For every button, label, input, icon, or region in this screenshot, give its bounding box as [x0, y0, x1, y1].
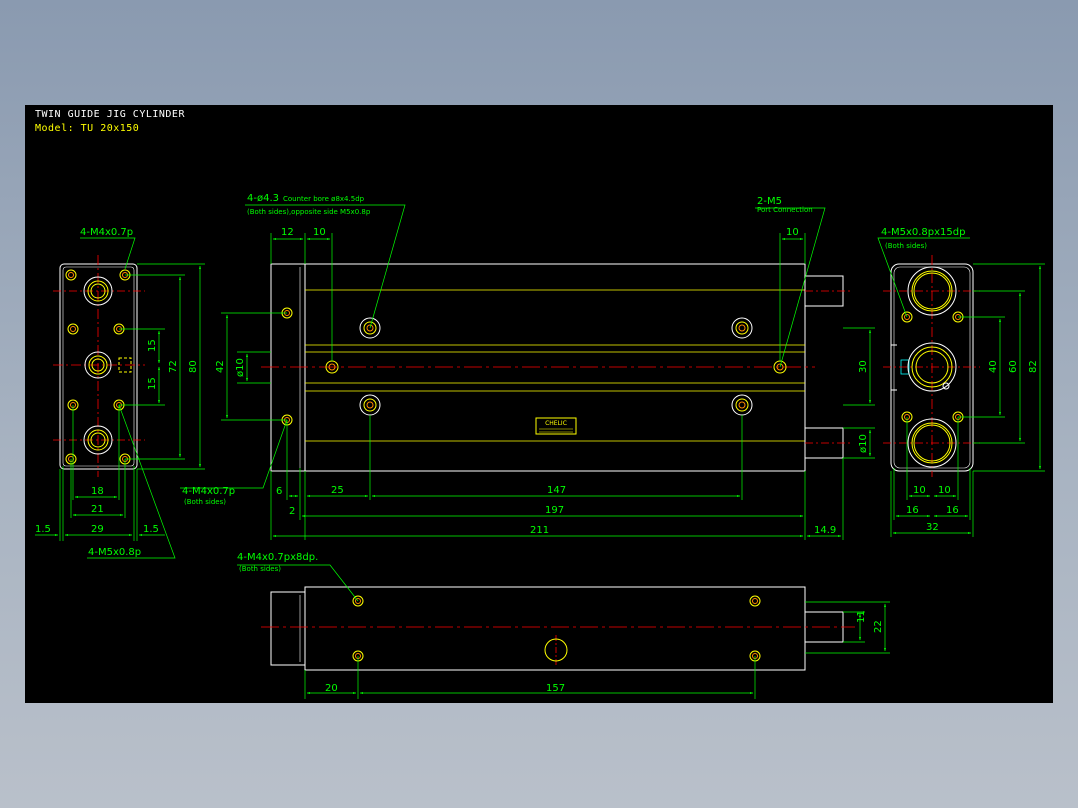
front-note-counterbore-3: (Both sides),opposite side M5x0.8p: [247, 208, 371, 216]
dim-11: 11: [856, 610, 867, 623]
bottom-view: 4-M4x0.7px8dp. (Both sides) 11 22 20 157: [237, 552, 890, 699]
front-view-dimensions: [180, 204, 875, 540]
dim-25: 25: [331, 485, 344, 496]
dim-72: 72: [168, 360, 179, 373]
dim-10b: 10: [786, 227, 799, 238]
dim-1-5b: 1.5: [143, 524, 159, 535]
dim-32: 32: [926, 522, 939, 533]
dim-1-5a: 1.5: [35, 524, 51, 535]
front-note-counterbore-1: 4-ø4.3: [247, 193, 279, 204]
dim-r10b: 10: [938, 485, 951, 496]
right-end-view: 4-M5x0.8px15dp (Both sides) 40 60 82 10 …: [877, 227, 1045, 537]
front-bottom-note-1: 4-M4x0.7p: [182, 486, 235, 497]
dim-18: 18: [91, 486, 104, 497]
dim-82: 82: [1028, 360, 1039, 373]
dim-29: 29: [91, 524, 104, 535]
dim-40: 40: [988, 360, 999, 373]
front-bottom-note-2: (Both sides): [184, 498, 226, 506]
front-view: CHELIC 4-ø4.3 Counter bore ø8x4.5dp (Bot…: [180, 193, 875, 540]
dim-20: 20: [325, 683, 338, 694]
dim-r10a: 10: [913, 485, 926, 496]
dim-197: 197: [545, 505, 564, 516]
dim-phi10b: ø10: [858, 434, 869, 453]
left-note-top: 4-M4x0.7p: [80, 227, 133, 238]
dim-147: 147: [547, 485, 566, 496]
chelic-label-text: CHELIC: [545, 420, 567, 427]
chelic-label: CHELIC: [535, 417, 577, 435]
left-note-bottom: 4-M5x0.8p: [88, 547, 141, 558]
dim-211: 211: [530, 525, 549, 536]
dim-12: 12: [281, 227, 294, 238]
dim-phi10a: ø10: [235, 358, 246, 377]
right-note-2: (Both sides): [885, 242, 927, 250]
bottom-holes: [352, 595, 761, 662]
front-holes: [281, 307, 787, 426]
dim-10a: 10: [313, 227, 326, 238]
dim-80: 80: [188, 360, 199, 373]
dim-2: 2: [289, 506, 295, 517]
dim-16a: 16: [906, 505, 919, 516]
dim-60: 60: [1008, 360, 1019, 373]
dim-21: 21: [91, 504, 104, 515]
dim-15a: 15: [147, 339, 158, 352]
front-note-counterbore-2: Counter bore ø8x4.5dp: [283, 195, 365, 203]
dim-6: 6: [276, 486, 282, 497]
left-end-view: 4-M4x0.7p 4-M5x0.8p 15 15 72 80 18 21 29…: [35, 227, 205, 559]
dim-42: 42: [215, 360, 226, 373]
bottom-view-note-1: 4-M4x0.7px8dp.: [237, 552, 318, 563]
dim-157: 157: [546, 683, 565, 694]
drawing-canvas: 4-M4x0.7p 4-M5x0.8p 15 15 72 80 18 21 29…: [35, 193, 1045, 699]
port-note-2: Port Connection: [757, 206, 813, 214]
cad-viewport[interactable]: TWIN GUIDE JIG CYLINDER Model: TU 20x150: [25, 105, 1053, 703]
bottom-view-dimensions: [237, 564, 890, 699]
dim-30: 30: [858, 360, 869, 373]
bottom-view-note-2: (Both sides): [239, 565, 281, 573]
right-note-1: 4-M5x0.8px15dp: [881, 227, 965, 238]
dim-15b: 15: [147, 377, 158, 390]
dim-14-9: 14.9: [814, 525, 836, 536]
dim-16b: 16: [946, 505, 959, 516]
dim-22: 22: [873, 620, 884, 633]
right-view-dimensions: [877, 237, 1045, 537]
